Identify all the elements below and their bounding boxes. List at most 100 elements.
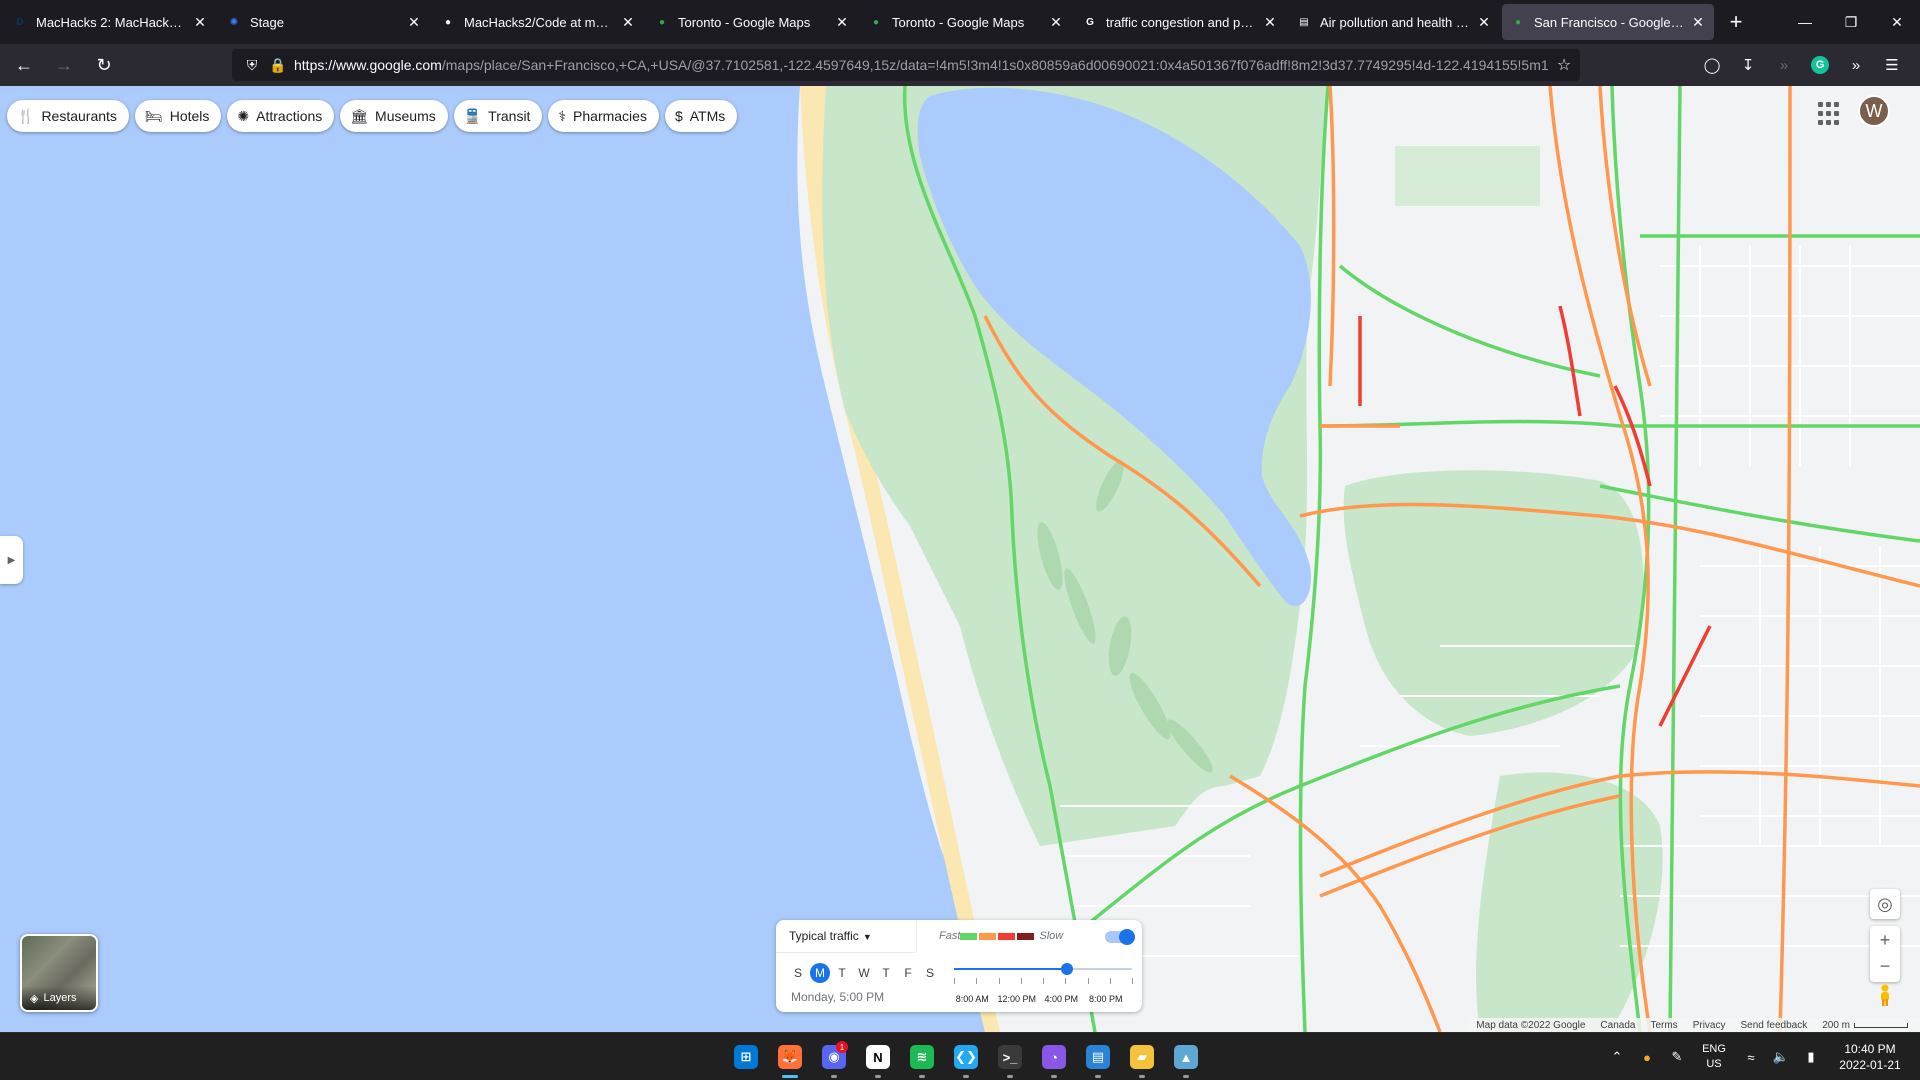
send-feedback-link[interactable]: Send feedback bbox=[1740, 1020, 1807, 1031]
browser-tab[interactable]: ▤ Air pollution and health risks ✕ bbox=[1288, 4, 1500, 40]
category-chip-atms[interactable]: $ ATMs bbox=[664, 100, 738, 132]
menu-icon[interactable]: ☰ bbox=[1874, 49, 1910, 81]
layers-button[interactable]: ◈ Layers bbox=[20, 934, 98, 1012]
volume-icon[interactable]: 🔈 bbox=[1766, 1049, 1796, 1065]
day-button[interactable]: M bbox=[810, 963, 830, 983]
zoom-in-button[interactable]: + bbox=[1880, 926, 1891, 954]
time-slider[interactable] bbox=[954, 963, 1132, 975]
close-tab-icon[interactable]: ✕ bbox=[1476, 14, 1492, 31]
browser-tab[interactable]: D MacHacks 2: MacHacks 2 is l ✕ bbox=[4, 4, 216, 40]
pen-icon[interactable]: ✎ bbox=[1662, 1049, 1692, 1065]
transit-icon: 🚆 bbox=[463, 107, 482, 124]
wifi-icon[interactable]: ≈ bbox=[1736, 1050, 1766, 1065]
category-chip-label: Pharmacies bbox=[573, 108, 647, 124]
day-button[interactable]: T bbox=[831, 963, 853, 983]
close-tab-icon[interactable]: ✕ bbox=[834, 14, 850, 31]
github-icon: ● bbox=[444, 16, 452, 28]
downloads-icon[interactable]: ↧ bbox=[1730, 49, 1766, 81]
browser-tab[interactable]: Gtraffic congestion and polluti ✕ bbox=[1074, 4, 1286, 40]
day-button[interactable]: T bbox=[875, 963, 897, 983]
show-hidden-icons-icon[interactable]: ⌃ bbox=[1602, 1049, 1632, 1065]
close-tab-icon[interactable]: ✕ bbox=[1690, 14, 1706, 31]
running-indicator bbox=[1183, 1075, 1189, 1078]
extension-arrow-icon[interactable]: » bbox=[1766, 49, 1802, 81]
browser-tab[interactable]: ● Toronto - Google Maps ✕ bbox=[860, 4, 1072, 40]
close-tab-icon[interactable]: ✕ bbox=[406, 14, 422, 31]
taskbar-button[interactable]: N bbox=[856, 1033, 900, 1080]
terms-link[interactable]: Terms bbox=[1650, 1020, 1677, 1031]
taskbar-button[interactable]: ❮❯ bbox=[944, 1033, 988, 1080]
traffic-mode-dropdown[interactable]: Typical traffic ▼ bbox=[789, 929, 872, 943]
taskbar-button[interactable]: >_ bbox=[988, 1033, 1032, 1080]
map-canvas[interactable]: 🍴 Restaurants 🛏 Hotels ✺ Attractions 🏛 Museums 🚆… bbox=[0, 86, 1920, 1032]
category-chip-attractions[interactable]: ✺ Attractions bbox=[227, 100, 335, 132]
day-button[interactable]: F bbox=[897, 963, 919, 983]
forward-button[interactable]: → bbox=[48, 49, 80, 81]
close-tab-icon[interactable]: ✕ bbox=[192, 14, 208, 31]
privacy-link[interactable]: Privacy bbox=[1693, 1020, 1726, 1031]
legend-fast-label: Fast bbox=[939, 930, 961, 942]
close-tab-icon[interactable]: ✕ bbox=[1048, 14, 1064, 31]
taskbar-button[interactable]: 🦊 bbox=[768, 1033, 812, 1080]
microphone-icon[interactable]: ● bbox=[1632, 1050, 1662, 1065]
category-chip-hotels[interactable]: 🛏 Hotels bbox=[134, 100, 222, 132]
scale-bar[interactable]: 200 m bbox=[1822, 1020, 1908, 1031]
lock-icon[interactable]: 🔒 bbox=[268, 57, 288, 74]
restore-button[interactable]: ❐ bbox=[1828, 0, 1874, 44]
taskbar-button[interactable]: ▲ bbox=[1164, 1033, 1208, 1080]
taskbar-button[interactable]: ◔ bbox=[1032, 1033, 1076, 1080]
atm-icon: $ bbox=[674, 108, 683, 124]
my-location-button[interactable]: ◎ bbox=[1870, 889, 1900, 919]
language-indicator[interactable]: ENG US bbox=[1692, 1042, 1736, 1072]
reload-button[interactable]: ↻ bbox=[88, 49, 120, 81]
google-apps-icon[interactable] bbox=[1818, 102, 1842, 126]
running-indicator bbox=[1139, 1075, 1145, 1078]
category-chip-pharmacies[interactable]: ⚕ Pharmacies bbox=[548, 100, 659, 132]
account-avatar[interactable]: W bbox=[1858, 95, 1890, 127]
address-bar[interactable]: ⛨ 🔒 https://www.google.com/maps/place/Sa… bbox=[232, 49, 1580, 81]
window-controls: — ❐ ✕ bbox=[1782, 0, 1920, 44]
pegman-icon[interactable] bbox=[1876, 984, 1894, 1006]
category-chip-transit[interactable]: 🚆 Transit bbox=[453, 100, 543, 132]
new-tab-button[interactable]: + bbox=[1720, 6, 1752, 38]
close-tab-icon[interactable]: ✕ bbox=[620, 14, 636, 31]
browser-tab[interactable]: ● MacHacks2/Code at main · d ✕ bbox=[432, 4, 644, 40]
tracking-shield-icon[interactable]: ⛨ bbox=[242, 57, 262, 74]
day-button[interactable]: W bbox=[853, 963, 875, 983]
time-slider-handle[interactable] bbox=[1061, 963, 1074, 975]
overflow-chevron-icon[interactable]: » bbox=[1838, 49, 1874, 81]
grammarly-icon[interactable]: G bbox=[1811, 56, 1829, 74]
taskbar-button[interactable]: ≋ bbox=[900, 1033, 944, 1080]
zoom-out-button[interactable]: − bbox=[1880, 954, 1891, 982]
taskbar-button[interactable]: ⊞ bbox=[724, 1033, 768, 1080]
time-label: 12:00 PM bbox=[997, 994, 1037, 1004]
region-link[interactable]: Canada bbox=[1600, 1020, 1635, 1031]
browser-tab[interactable]: ✺ Stage ✕ bbox=[218, 4, 430, 40]
minimize-button[interactable]: — bbox=[1782, 0, 1828, 44]
browser-tab[interactable]: ● Toronto - Google Maps ✕ bbox=[646, 4, 858, 40]
back-button[interactable]: ← bbox=[8, 49, 40, 81]
browser-tab[interactable]: ● San Francisco - Google Maps ✕ bbox=[1502, 4, 1714, 40]
bookmark-star-icon[interactable]: ☆ bbox=[1548, 55, 1580, 75]
url-text[interactable]: https://www.google.com/maps/place/San+Fr… bbox=[294, 57, 1548, 73]
close-tab-icon[interactable]: ✕ bbox=[1262, 14, 1278, 31]
category-chip-museums[interactable]: 🏛 Museums bbox=[340, 100, 448, 132]
day-button[interactable]: S bbox=[787, 963, 809, 983]
map-tiles[interactable] bbox=[0, 86, 1920, 1032]
category-chip-restaurants[interactable]: 🍴 Restaurants bbox=[7, 100, 129, 132]
category-chips: 🍴 Restaurants 🛏 Hotels ✺ Attractions 🏛 Museums 🚆… bbox=[7, 100, 743, 132]
taskbar-button[interactable]: ▰ bbox=[1120, 1033, 1164, 1080]
battery-icon[interactable]: ▮ bbox=[1796, 1049, 1826, 1065]
taskbar-button[interactable]: ▤ bbox=[1076, 1033, 1120, 1080]
traffic-toggle[interactable] bbox=[1105, 929, 1135, 945]
dropdown-caret-icon: ▼ bbox=[862, 932, 872, 942]
tab-title: Stage bbox=[250, 14, 284, 30]
expand-side-panel-button[interactable]: ▶ bbox=[0, 536, 23, 584]
day-button[interactable]: S bbox=[919, 963, 941, 983]
close-window-button[interactable]: ✕ bbox=[1874, 0, 1920, 44]
layers-icon: ◈ bbox=[30, 992, 39, 1005]
clock-date: 2022-01-21 bbox=[1839, 1058, 1901, 1072]
clock[interactable]: 10:40 PM 2022-01-21 bbox=[1826, 1041, 1914, 1073]
pocket-icon[interactable]: ◯ bbox=[1694, 49, 1730, 81]
taskbar-button[interactable]: ◉ 1 bbox=[812, 1033, 856, 1080]
